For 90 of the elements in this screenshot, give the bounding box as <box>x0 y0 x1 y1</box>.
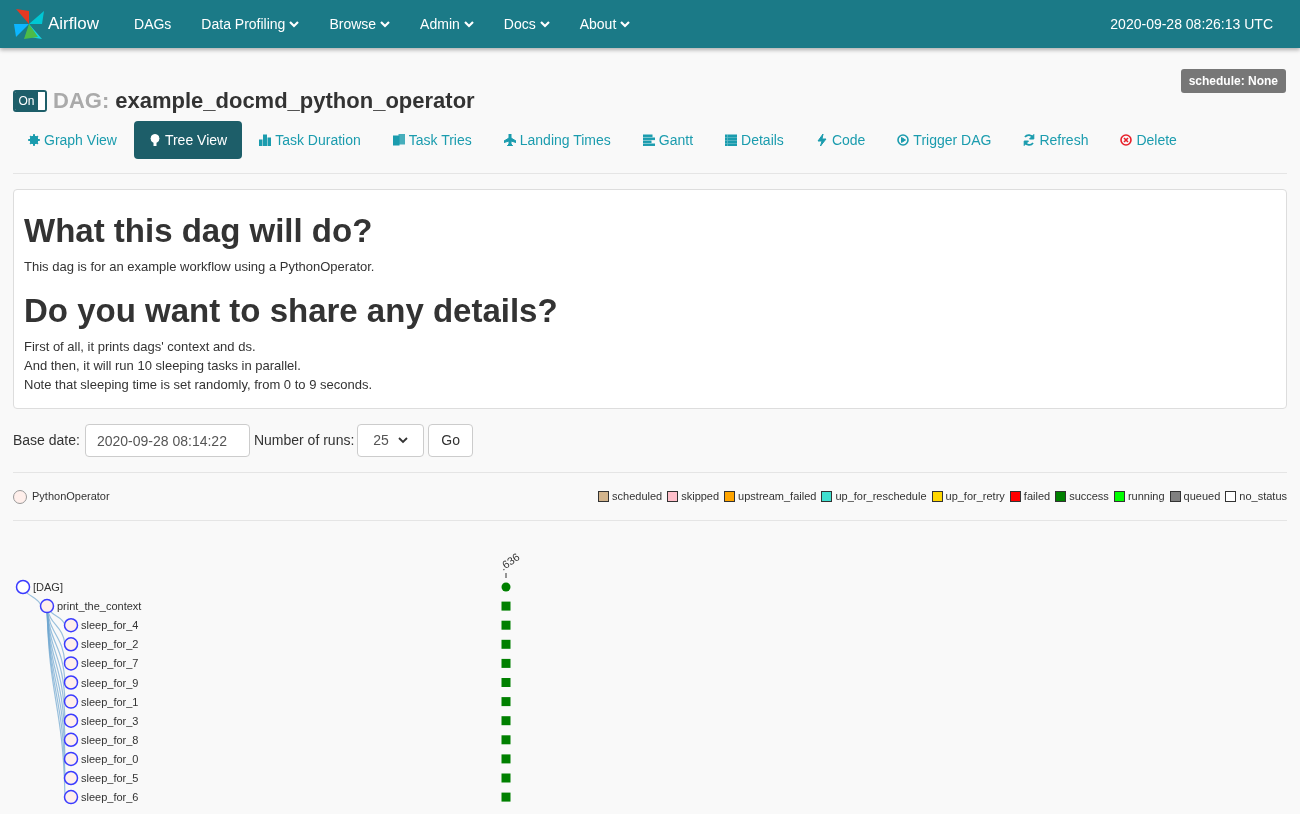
doc-heading: What this dag will do? <box>24 212 374 250</box>
tree-icon <box>148 134 161 146</box>
number-of-runs-select[interactable]: 25 <box>357 424 425 457</box>
task-label[interactable]: sleep_for_7 <box>81 657 139 670</box>
task-node[interactable] <box>39 598 55 614</box>
task-status[interactable] <box>501 735 511 745</box>
nav-menu-item[interactable]: Admin <box>405 13 489 35</box>
task-node[interactable] <box>63 713 79 728</box>
legend-label: success <box>1069 489 1109 505</box>
legend-label: no_status <box>1239 489 1287 505</box>
legend-label: running <box>1127 489 1165 505</box>
base-date-field[interactable]: 2020-09-28 08:14:22 <box>84 424 250 457</box>
task-status[interactable] <box>501 754 511 764</box>
brand-link[interactable]: Airflow <box>48 11 99 37</box>
doc-paragraph: This dag is for an example workflow using a PythonOperator. <box>24 258 376 276</box>
task-node[interactable] <box>63 694 79 709</box>
play-circle-icon <box>897 134 910 146</box>
task-label[interactable]: sleep_for_6 <box>81 791 139 804</box>
chevron-down-icon <box>539 20 550 28</box>
close-circle-icon <box>1120 134 1133 146</box>
doc-paragraph: Note that sleeping time is set randomly, from 0 to 9 seconds. <box>24 376 374 394</box>
legend-label: queued <box>1183 489 1221 505</box>
task-label[interactable]: sleep_for_3 <box>81 714 139 727</box>
task-label[interactable]: [DAG] <box>33 581 63 593</box>
align-left-icon <box>642 134 655 146</box>
task-label[interactable]: sleep_for_9 <box>81 676 139 689</box>
task-label[interactable]: sleep_for_0 <box>81 752 139 765</box>
legend-label: up_for_reschedule <box>835 489 927 505</box>
legend-label: up_for_retry <box>945 489 1005 505</box>
sun-icon <box>28 134 40 146</box>
task-node[interactable] <box>63 770 79 786</box>
legend-label: skipped <box>681 489 720 505</box>
operator-label: PythonOperator <box>32 489 110 505</box>
nav-menu-item[interactable]: About <box>564 13 646 35</box>
task-status[interactable] <box>501 792 511 802</box>
nav-menu-item[interactable]: Data Profiling <box>186 13 315 35</box>
chevron-down-icon <box>620 20 631 28</box>
nav-menu-item[interactable]: Browse <box>314 13 406 35</box>
list-icon <box>725 134 738 146</box>
base-date-label: Base date: <box>13 431 80 450</box>
task-label[interactable]: sleep_for_2 <box>81 638 139 651</box>
task-status[interactable] <box>501 601 511 611</box>
task-label[interactable]: sleep_for_1 <box>81 695 139 708</box>
task-label[interactable]: print_the_context <box>57 600 142 613</box>
refresh-icon <box>1023 134 1036 146</box>
legend-label: scheduled <box>612 489 663 505</box>
task-node[interactable] <box>63 617 79 633</box>
chevron-down-icon <box>380 20 391 28</box>
task-node[interactable] <box>63 751 79 767</box>
dag-title: example_docmd_python_operator <box>115 87 475 115</box>
number-of-runs-label: Number of runs: <box>253 431 355 450</box>
schedule-badge: schedule: None <box>1180 69 1286 93</box>
doc-paragraph: First of all, it prints dags' context and ds. <box>24 338 257 356</box>
task-status[interactable] <box>501 697 511 707</box>
task-node[interactable] <box>63 789 79 805</box>
pinwheel-logo-icon <box>12 7 46 41</box>
copy-icon <box>392 134 405 146</box>
chevron-down-icon <box>463 20 474 28</box>
bar-chart-icon <box>259 134 272 146</box>
dag-run-status[interactable] <box>501 582 511 592</box>
task-node[interactable] <box>63 656 79 671</box>
task-node[interactable] <box>63 637 79 652</box>
task-status[interactable] <box>501 620 511 630</box>
task-status[interactable] <box>501 658 511 668</box>
chevron-down-icon <box>289 20 300 28</box>
dag-label: DAG: <box>53 87 110 115</box>
nav-menu-item[interactable]: Docs <box>488 13 565 35</box>
task-node[interactable] <box>63 675 79 690</box>
doc-heading: Do you want to share any details? <box>24 292 559 330</box>
doc-paragraph: And then, it will run 10 sleeping tasks in parallel. <box>24 357 302 375</box>
task-label[interactable]: sleep_for_5 <box>81 772 139 784</box>
run-label: .636 <box>497 550 522 573</box>
task-node[interactable] <box>15 579 31 595</box>
legend-label: upstream_failed <box>738 489 817 505</box>
legend-label: failed <box>1023 489 1051 505</box>
go-button[interactable]: Go <box>428 424 473 457</box>
nav-menu-item[interactable]: DAGs <box>119 13 187 35</box>
task-node[interactable] <box>63 732 79 748</box>
task-status[interactable] <box>501 639 511 649</box>
plane-icon <box>503 134 516 146</box>
chevron-down-icon <box>398 437 409 444</box>
run-tick <box>505 572 507 579</box>
view-tab[interactable]: Tree View <box>133 121 243 159</box>
task-status[interactable] <box>501 716 511 726</box>
on-off-toggle[interactable]: On <box>13 89 47 112</box>
task-status[interactable] <box>501 773 511 783</box>
task-label[interactable]: sleep_for_4 <box>81 619 139 632</box>
lightning-icon <box>815 134 828 146</box>
clock-text: 2020-09-28 08:26:13 UTC <box>1110 14 1273 34</box>
task-label[interactable]: sleep_for_8 <box>81 733 139 746</box>
